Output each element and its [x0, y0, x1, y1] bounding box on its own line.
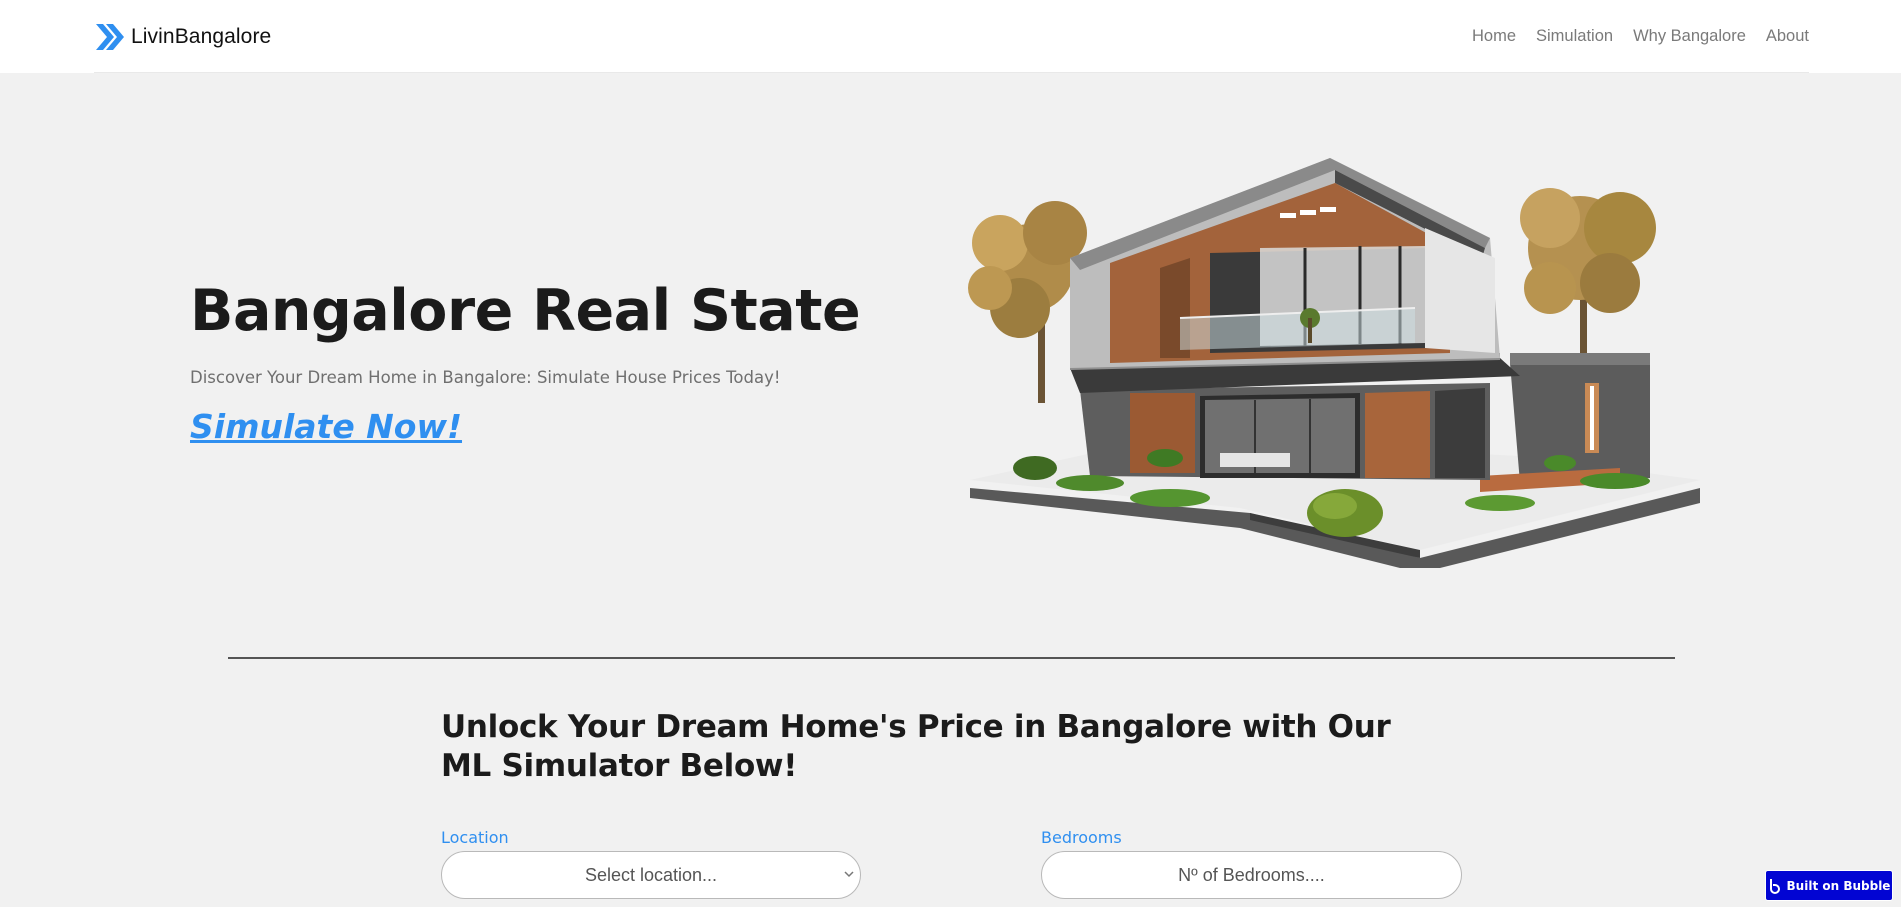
nav-home[interactable]: Home [1472, 27, 1516, 46]
bubble-logo-icon [1769, 878, 1780, 894]
location-select[interactable]: Select location... [441, 851, 861, 899]
page: LivinBangalore Home Simulation Why Banga… [0, 0, 1901, 907]
top-navbar: LivinBangalore Home Simulation Why Banga… [0, 0, 1901, 73]
location-select-value: Select location... [584, 864, 718, 885]
header-divider [94, 72, 1809, 73]
section-divider [228, 657, 1675, 659]
main-nav: Home Simulation Why Bangalore About [1472, 27, 1809, 46]
hero-subtitle: Discover Your Dream Home in Bangalore: S… [190, 368, 781, 387]
chevron-down-icon [844, 871, 854, 878]
badge-label: Built on Bubble [1786, 878, 1891, 893]
location-label: Location [441, 828, 509, 847]
bedrooms-input-placeholder: Nº of Bedrooms.... [1178, 864, 1325, 885]
bedrooms-label: Bedrooms [1041, 828, 1122, 847]
brand-name: LivinBangalore [131, 25, 272, 48]
simulate-now-link[interactable]: Simulate Now! [190, 407, 462, 446]
nav-simulation[interactable]: Simulation [1536, 27, 1613, 46]
bedrooms-input[interactable]: Nº of Bedrooms.... [1041, 851, 1462, 899]
nav-about[interactable]: About [1766, 27, 1809, 46]
tree-left-illustration [968, 201, 1087, 403]
double-chevron-right-icon [96, 24, 124, 50]
nav-why-bangalore[interactable]: Why Bangalore [1633, 27, 1746, 46]
hero-title: Bangalore Real State [190, 278, 861, 344]
simulator-heading: Unlock Your Dream Home's Price in Bangal… [441, 709, 1391, 784]
built-on-bubble-badge[interactable]: Built on Bubble [1765, 870, 1893, 901]
modern-house-image [968, 158, 1700, 568]
brand-logo[interactable]: LivinBangalore [94, 22, 271, 52]
